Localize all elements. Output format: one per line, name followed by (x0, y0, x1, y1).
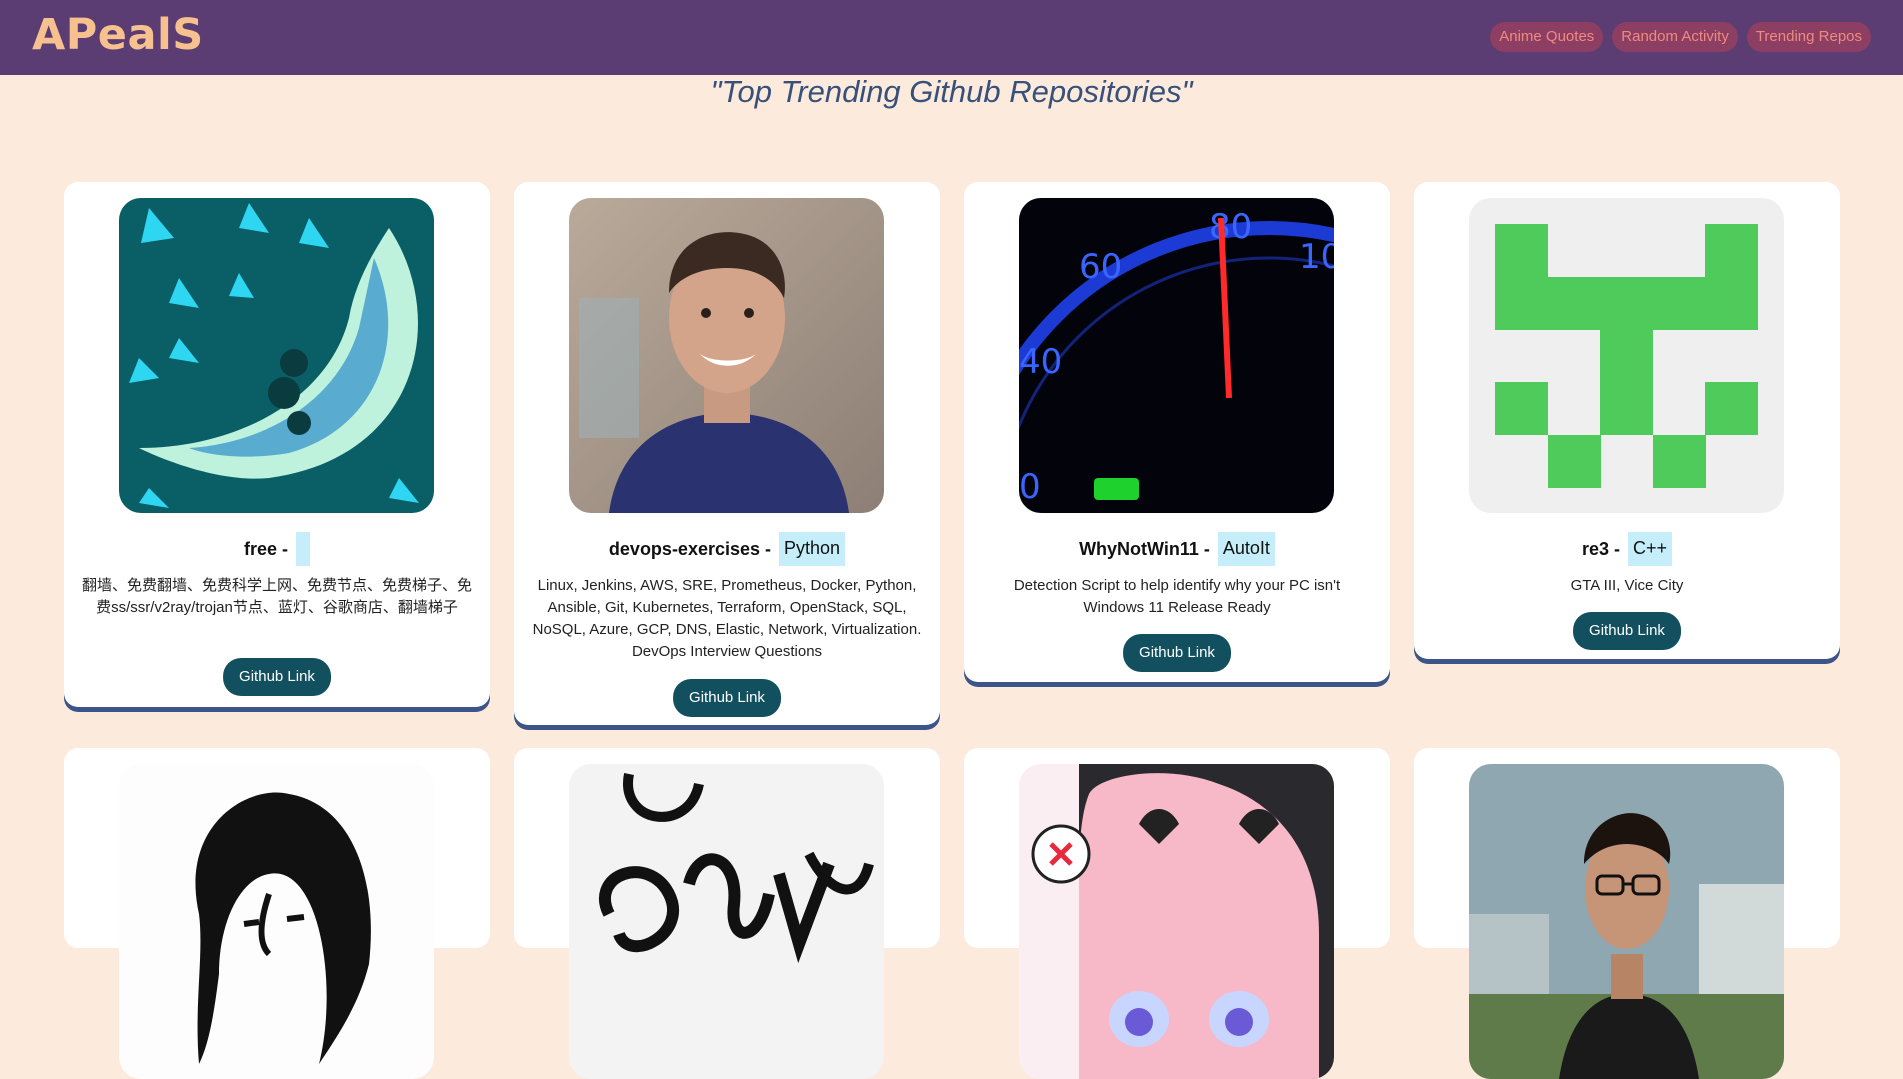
man-with-glasses-photo (1469, 764, 1784, 1079)
repo-name: free - (243, 538, 288, 559)
green-pixel-identicon (1469, 198, 1784, 513)
repo-description: 翻墙、免费翻墙、免费科学上网、免费节点、免费梯子、免费ss/ssr/v2ray/… (82, 577, 473, 616)
github-link-button[interactable]: Github Link (1123, 634, 1231, 672)
repo-language-badge: Python (779, 532, 846, 566)
svg-text:80: 80 (1209, 207, 1252, 247)
nav-anime-quotes[interactable]: Anime Quotes (1490, 22, 1604, 52)
calligraphy-logo (569, 764, 884, 1079)
github-link-button[interactable]: Github Link (223, 658, 331, 696)
repo-description: Linux, Jenkins, AWS, SRE, Prometheus, Do… (532, 577, 922, 660)
repo-card: 60 80 100 40 0 WhyNotWin11 - AutoIt Dete… (964, 182, 1390, 682)
repo-card (964, 748, 1390, 1079)
repo-card: re3 - C++ GTA III, Vice City Github Link (1414, 182, 1840, 659)
navbar: APealS Anime Quotes Random Activity Tren… (0, 0, 1903, 75)
svg-text:60: 60 (1079, 247, 1122, 287)
svg-text:0: 0 (1019, 467, 1041, 507)
github-link-button[interactable]: Github Link (673, 679, 781, 717)
speedometer-photo: 60 80 100 40 0 (1019, 198, 1334, 513)
repo-card (514, 748, 940, 1079)
repo-card (1414, 748, 1840, 1079)
repo-card: free - 翻墙、免费翻墙、免费科学上网、免费节点、免费梯子、免费ss/ssr… (64, 182, 490, 707)
page-title: "Top Trending Github Repositories" (710, 74, 1193, 109)
nav-random-activity[interactable]: Random Activity (1612, 22, 1738, 52)
repo-description: GTA III, Vice City (1570, 577, 1684, 594)
sketch-face-drawing (119, 764, 434, 1079)
repo-title: devops-exercises - Python (514, 532, 940, 566)
repo-title: free - (64, 532, 490, 566)
repo-language-badge (296, 532, 310, 566)
crescent-blade-avatar (119, 198, 434, 513)
repo-title: WhyNotWin11 - AutoIt (964, 532, 1390, 566)
repo-language-badge: C++ (1628, 532, 1673, 566)
brand-logo[interactable]: APealS (32, 10, 204, 60)
repo-name: re3 - (1581, 538, 1620, 559)
repo-title: re3 - C++ (1414, 532, 1840, 566)
svg-text:40: 40 (1019, 342, 1062, 382)
nav-trending-repos[interactable]: Trending Repos (1746, 22, 1871, 52)
anime-girl-avatar (1019, 764, 1334, 1079)
repo-name: devops-exercises - (608, 538, 772, 559)
repo-name: WhyNotWin11 - (1079, 538, 1210, 559)
repo-card (64, 748, 490, 1079)
smiling-man-photo (569, 198, 884, 513)
svg-text:100: 100 (1299, 237, 1334, 277)
github-link-button[interactable]: Github Link (1573, 612, 1681, 650)
repo-language-badge: AutoIt (1217, 532, 1275, 566)
nav-links: Anime Quotes Random Activity Trending Re… (1490, 22, 1871, 52)
repo-card: devops-exercises - Python Linux, Jenkins… (514, 182, 940, 725)
repo-description: Detection Script to help identify why yo… (1013, 577, 1341, 616)
